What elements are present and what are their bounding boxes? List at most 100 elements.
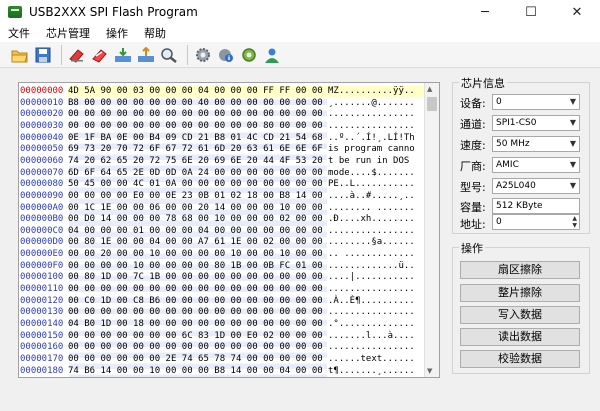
hex-row[interactable]: 00000030 00 00 00 00 00 00 00 00 00 00 00… [19, 120, 424, 132]
hex-vertical-scrollbar[interactable]: ▲ ▼ [424, 83, 439, 377]
hex-row[interactable]: 00000090 00 00 00 00 E0 00 0E 23 0B 01 02… [19, 190, 424, 202]
hex-row[interactable]: 00000020 00 00 00 00 00 00 00 00 00 00 00… [19, 109, 424, 121]
spinner-arrows-icon[interactable]: ▲ ▼ [572, 215, 577, 229]
hex-ascii[interactable]: ................ [328, 284, 424, 296]
hex-bytes[interactable]: 74 20 62 65 20 72 75 6E 20 69 6E 20 44 4… [68, 156, 328, 167]
hex-bytes[interactable]: 00 00 00 00 00 00 00 00 00 00 00 00 00 0… [68, 109, 328, 120]
hex-bytes[interactable]: 00 00 00 00 00 00 00 00 00 00 00 00 80 0… [68, 121, 328, 132]
hex-ascii[interactable]: t be run in DOS [328, 155, 424, 167]
hex-row[interactable]: 00000040 0E 1F BA 0E 00 B4 09 CD 21 B8 01… [19, 132, 424, 144]
chip-erase-button[interactable]: 整片擦除 [460, 284, 580, 302]
hex-bytes[interactable]: 50 45 00 00 4C 01 0A 00 00 00 00 00 00 0… [68, 179, 328, 190]
hex-ascii[interactable]: mode....$....... [328, 167, 424, 179]
hex-bytes[interactable]: 00 C0 1D 00 C8 B6 00 00 00 00 00 00 00 0… [68, 296, 328, 307]
hex-bytes[interactable]: 00 80 1D 00 7C 1B 00 00 00 00 00 00 00 0… [68, 272, 328, 283]
hex-row[interactable]: 00000010 B8 00 00 00 00 00 00 00 40 00 00… [19, 97, 424, 109]
hex-ascii[interactable]: ....à..#.....¸.. [328, 190, 424, 202]
hex-ascii[interactable]: ..º..´.Í!¸.LÍ!Th [328, 132, 424, 144]
menu-file[interactable]: 文件 [0, 25, 38, 41]
hex-bytes[interactable]: 00 00 00 00 10 00 00 00 00 80 1B 00 0B F… [68, 261, 328, 272]
menu-operation[interactable]: 操作 [98, 25, 136, 41]
hex-ascii[interactable]: ................ [328, 225, 424, 237]
channel-select[interactable]: SPI1-CS0 ▼ [492, 115, 580, 131]
hex-bytes[interactable]: 00 00 20 00 00 10 00 00 00 00 10 00 00 1… [68, 249, 328, 260]
hex-ascii[interactable]: ........ ....... [328, 202, 424, 214]
close-button[interactable]: ✕ [554, 0, 600, 24]
refresh-icon[interactable] [239, 45, 259, 65]
hex-view[interactable]: 00000000 4D 5A 90 00 03 00 00 00 04 00 00… [18, 82, 440, 378]
hex-bytes[interactable]: 00 1C 1E 00 00 06 00 00 20 14 00 00 00 1… [68, 203, 328, 214]
hex-ascii[interactable]: PE..L........... [328, 179, 424, 191]
erase-icon[interactable] [67, 45, 87, 65]
write-data-button[interactable]: 写入数据 [460, 306, 580, 324]
erase-chip-icon[interactable] [90, 45, 110, 65]
scroll-up-icon[interactable]: ▲ [427, 85, 432, 93]
sector-erase-button[interactable]: 扇区擦除 [460, 261, 580, 279]
hex-row[interactable]: 00000070 6D 6F 64 65 2E 0D 0D 0A 24 00 00… [19, 167, 424, 179]
scroll-down-icon[interactable]: ▼ [427, 367, 432, 375]
hex-ascii[interactable]: .°.............. [328, 319, 424, 330]
hex-row[interactable]: 00000180 74 B6 14 00 00 10 00 00 00 B8 14… [19, 365, 424, 377]
hex-bytes[interactable]: 69 73 20 70 72 6F 67 72 61 6D 20 63 61 6… [68, 144, 328, 155]
hex-bytes[interactable]: B8 00 00 00 00 00 00 00 40 00 00 00 00 0… [68, 98, 328, 109]
hex-row[interactable]: 00000050 69 73 20 70 72 6F 67 72 61 6D 20… [19, 144, 424, 156]
hex-bytes[interactable]: 04 B0 1D 00 18 00 00 00 00 00 00 00 00 0… [68, 319, 328, 330]
hex-row[interactable]: 00000140 04 B0 1D 00 18 00 00 00 00 00 00… [19, 319, 424, 330]
hex-bytes[interactable]: 4D 5A 90 00 03 00 00 00 04 00 00 00 FF F… [68, 86, 328, 97]
info-icon[interactable] [216, 45, 236, 65]
hex-bytes[interactable]: 00 80 1E 00 00 04 00 00 A7 61 1E 00 02 0… [68, 237, 328, 248]
save-icon[interactable] [33, 45, 53, 65]
verify-icon[interactable] [159, 45, 179, 65]
hex-bytes[interactable]: 00 00 00 00 E0 00 0E 23 0B 01 02 18 00 B… [68, 191, 328, 202]
address-spinbox[interactable]: 0 ▲ ▼ [492, 214, 580, 230]
menu-chip-management[interactable]: 芯片管理 [38, 25, 98, 41]
hex-bytes[interactable]: 00 00 00 00 00 00 00 00 00 00 00 00 00 0… [68, 284, 328, 295]
hex-row[interactable]: 00000160 00 00 00 00 00 00 00 00 00 00 00… [19, 342, 424, 354]
hex-row[interactable]: 00000170 00 00 00 00 00 00 2E 74 65 78 74… [19, 353, 424, 365]
scroll-thumb[interactable] [427, 97, 437, 111]
device-select[interactable]: 0 ▼ [492, 94, 580, 110]
hex-bytes[interactable]: 74 B6 14 00 00 10 00 00 00 B8 14 00 00 0… [68, 366, 328, 377]
model-select[interactable]: A25L040 ▼ [492, 178, 580, 194]
hex-bytes[interactable]: 00 00 00 00 00 00 00 00 00 00 00 00 00 0… [68, 342, 328, 353]
hex-ascii[interactable]: ......text...... [328, 353, 424, 365]
hex-bytes[interactable]: 6D 6F 64 65 2E 0D 0D 0A 24 00 00 00 00 0… [68, 168, 328, 179]
hex-row[interactable]: 00000060 74 20 62 65 20 72 75 6E 20 69 6E… [19, 155, 424, 167]
hex-row[interactable]: 000000E0 00 00 20 00 00 10 00 00 00 00 10… [19, 249, 424, 261]
user-icon[interactable] [262, 45, 282, 65]
hex-bytes[interactable]: 00 00 00 00 00 00 00 00 00 00 00 00 00 0… [68, 307, 328, 318]
speed-select[interactable]: 50 MHz ▼ [492, 136, 580, 152]
hex-row[interactable]: 00000150 00 00 00 00 00 00 00 6C 83 1D 00… [19, 330, 424, 342]
hex-row[interactable]: 000000D0 00 80 1E 00 00 04 00 00 A7 61 1E… [19, 237, 424, 249]
hex-ascii[interactable]: .À..È¶.......... [328, 295, 424, 307]
menu-help[interactable]: 帮助 [136, 25, 174, 41]
hex-bytes[interactable]: 00 00 00 00 00 00 00 6C 83 1D 00 E0 02 0… [68, 331, 328, 342]
hex-row[interactable]: 00000120 00 C0 1D 00 C8 B6 00 00 00 00 00… [19, 295, 424, 307]
hex-bytes[interactable]: 04 00 00 00 01 00 00 00 04 00 00 00 00 0… [68, 226, 328, 237]
hex-bytes[interactable]: 00 00 00 00 00 00 2E 74 65 78 74 00 00 0… [68, 354, 328, 365]
hex-row[interactable]: 00000130 00 00 00 00 00 00 00 00 00 00 00… [19, 307, 424, 319]
hex-row[interactable]: 000000F0 00 00 00 00 10 00 00 00 00 80 1B… [19, 260, 424, 272]
hex-row[interactable]: 000000B0 00 D0 14 00 00 00 78 68 00 10 00… [19, 214, 424, 226]
vendor-select[interactable]: AMIC ▼ [492, 157, 580, 173]
hex-ascii[interactable]: ................ [328, 307, 424, 319]
hex-row[interactable]: 000000A0 00 1C 1E 00 00 06 00 00 20 14 00… [19, 202, 424, 214]
hex-bytes[interactable]: 0E 1F BA 0E 00 B4 09 CD 21 B8 01 4C CD 2… [68, 133, 328, 144]
hex-ascii[interactable]: ................ [328, 342, 424, 354]
hex-ascii[interactable]: .............ü.. [328, 260, 424, 272]
hex-ascii[interactable]: is program canno [328, 144, 424, 156]
read-data-button[interactable]: 读出数据 [460, 328, 580, 346]
hex-ascii[interactable]: t¶.......¸...... [328, 365, 424, 377]
minimize-button[interactable]: ─ [462, 0, 508, 24]
write-icon[interactable] [113, 45, 133, 65]
hex-ascii[interactable]: MZ..........ÿÿ.. [328, 86, 424, 97]
hex-row[interactable]: 00000110 00 00 00 00 00 00 00 00 00 00 00… [19, 284, 424, 296]
settings-icon[interactable] [193, 45, 213, 65]
hex-ascii[interactable]: ................ [328, 109, 424, 121]
hex-ascii[interactable]: ................ [328, 120, 424, 132]
open-folder-icon[interactable] [10, 45, 30, 65]
read-icon[interactable] [136, 45, 156, 65]
hex-row[interactable]: 00000080 50 45 00 00 4C 01 0A 00 00 00 00… [19, 179, 424, 191]
hex-bytes[interactable]: 00 D0 14 00 00 00 78 68 00 10 00 00 00 0… [68, 214, 328, 225]
hex-ascii[interactable]: ....|........... [328, 272, 424, 284]
